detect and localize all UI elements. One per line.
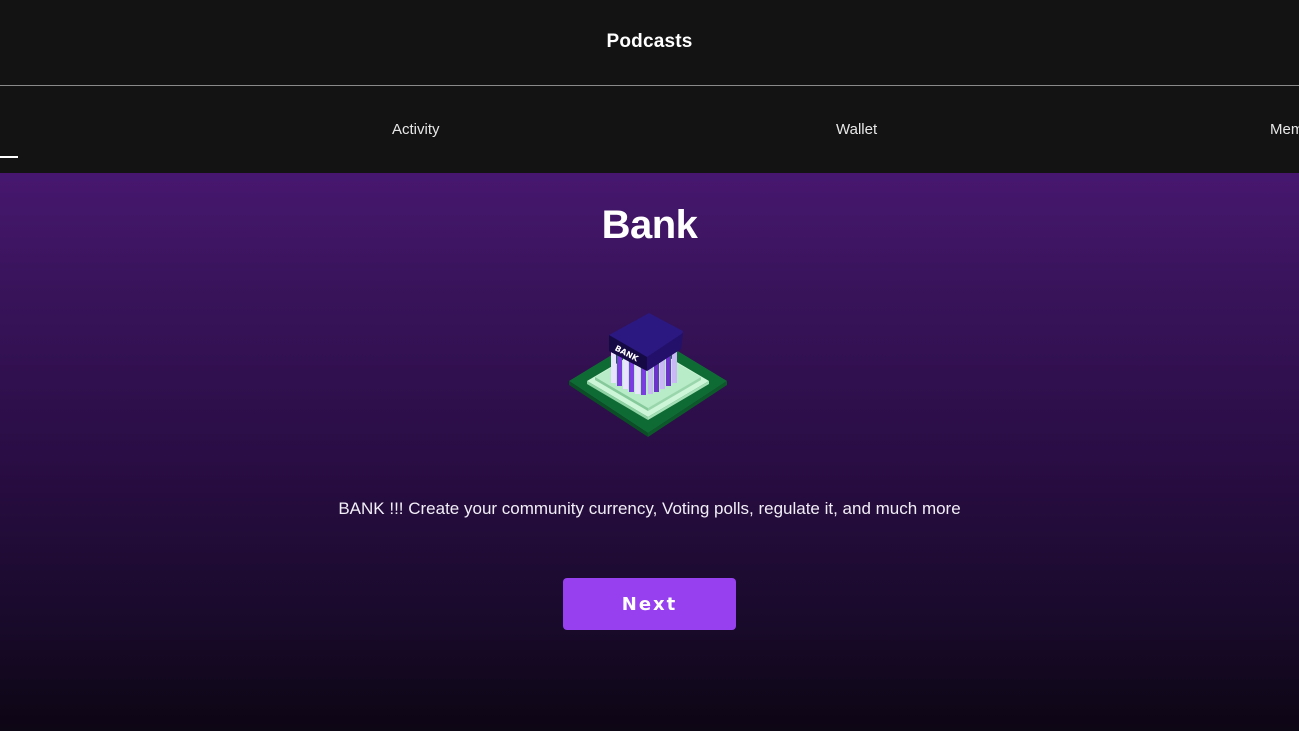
tab-wallet[interactable]: Wallet: [836, 121, 877, 138]
tab-bar: Activity Wallet Mem: [0, 86, 1299, 173]
next-button[interactable]: Next: [563, 578, 736, 630]
top-bar: Podcasts: [0, 0, 1299, 86]
active-tab-indicator: [0, 156, 18, 158]
bank-description: BANK !!! Create your community currency,…: [338, 499, 961, 518]
page: Podcasts Activity Wallet Mem Bank BANK B…: [0, 0, 1299, 731]
tab-members[interactable]: Mem: [1270, 121, 1299, 138]
bank-building-icon: BANK: [569, 313, 727, 437]
page-title: Podcasts: [606, 31, 693, 52]
bank-intro-panel: Bank BANK BANK !!! Create your community…: [0, 173, 1299, 731]
tab-activity[interactable]: Activity: [392, 121, 440, 138]
bank-title: Bank: [601, 203, 698, 247]
